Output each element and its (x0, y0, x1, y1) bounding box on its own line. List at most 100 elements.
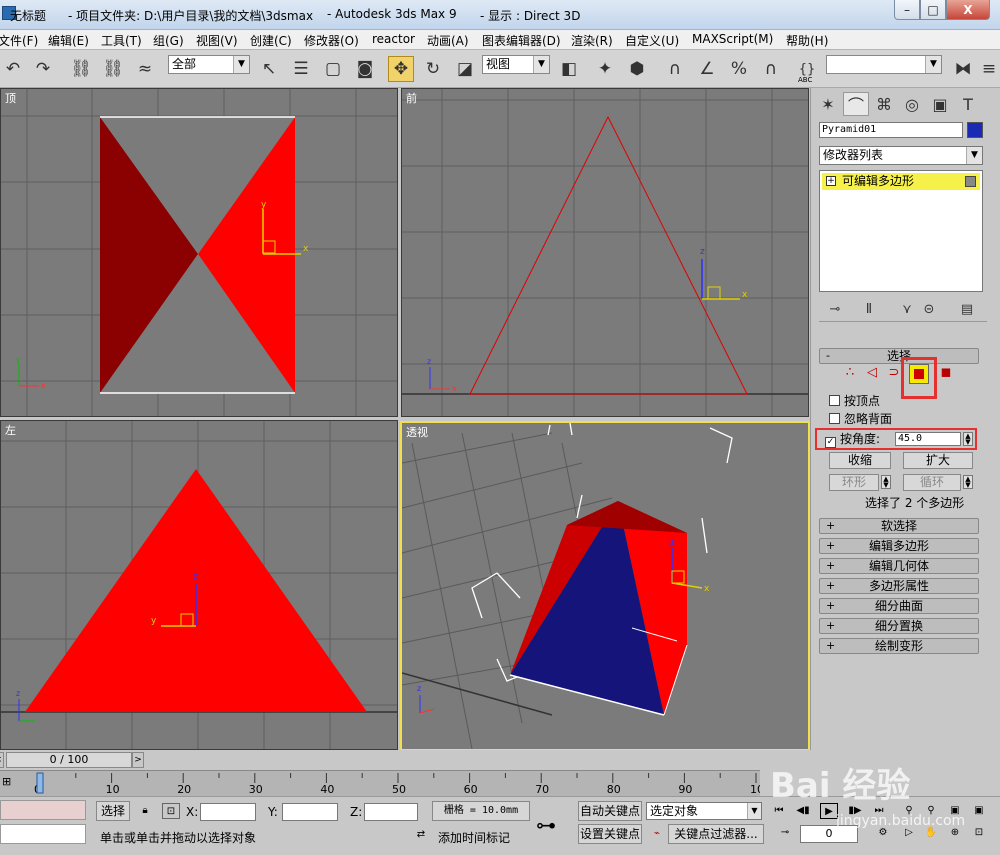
modify-tab-icon[interactable]: ⌒ (843, 92, 869, 116)
by-angle-checkbox[interactable]: ✓ 按角度: (825, 432, 880, 448)
absolute-mode-icon[interactable]: ⊡ (162, 803, 180, 819)
make-unique-icon[interactable]: ⋎ (897, 302, 917, 320)
rollout-header-6[interactable]: + 绘制变形 (819, 638, 979, 654)
configure-sets-icon[interactable]: ▤ (957, 302, 977, 320)
show-end-result-icon[interactable]: Ⅱ (859, 302, 879, 320)
viewport-label-perspective[interactable]: 透视 (406, 424, 428, 440)
by-vertex-checkbox[interactable]: 按顶点 (829, 394, 880, 408)
unlink-icon[interactable]: ⛓ (100, 56, 126, 82)
time-slider[interactable]: 0 / 100 (6, 752, 132, 768)
modifier-list-dropdown[interactable]: 修改器列表 ▼ (819, 146, 983, 165)
key-mode-dropdown[interactable]: 选定对象 ▼ (646, 802, 762, 820)
rollout-header-0[interactable]: + 软选择 (819, 518, 979, 534)
menu-modifiers[interactable]: 修改器(O) (304, 32, 359, 49)
maximize-button[interactable]: □ (920, 0, 946, 20)
checkbox-box[interactable] (829, 395, 840, 406)
ref-coord-dropdown[interactable]: 视图 ▼ (482, 55, 550, 74)
display-tab-icon[interactable]: ▣ (927, 92, 953, 116)
mirror-icon[interactable]: ⧓ (950, 56, 976, 82)
close-button[interactable]: X (946, 0, 990, 20)
named-selection-dropdown[interactable]: ▼ (826, 55, 942, 74)
set-key-button[interactable]: 设置关键点 (578, 824, 642, 844)
viewport-front[interactable]: 前 z x z x (401, 88, 809, 417)
link-icon[interactable]: ⛓ (68, 56, 94, 82)
ring-spinner-icon[interactable]: ▲ ▼ (881, 475, 891, 489)
rollout-header-1[interactable]: + 编辑多边形 (819, 538, 979, 554)
redo-icon[interactable]: ↷ (30, 56, 56, 82)
next-frame-icon[interactable]: ▮▶ (846, 803, 864, 819)
y-coord-field[interactable] (282, 803, 338, 821)
time-next-button[interactable]: > (132, 752, 144, 768)
menu-reactor[interactable]: reactor (372, 32, 415, 46)
loop-spinner-icon[interactable]: ▲ ▼ (963, 475, 973, 489)
align-icon[interactable]: ≡ (976, 56, 1000, 82)
stack-item-editable-poly[interactable]: + 可编辑多边形 (822, 173, 980, 190)
hierarchy-tab-icon[interactable]: ⌘ (871, 92, 897, 116)
selection-filter-dropdown[interactable]: 全部 ▼ (168, 55, 250, 74)
menu-rendering[interactable]: 渲染(R) (571, 32, 613, 49)
select-by-name-icon[interactable]: ☰ (288, 56, 314, 82)
utilities-tab-icon[interactable]: T (955, 92, 981, 116)
time-prev-button[interactable]: < (0, 752, 4, 768)
viewport-label-top[interactable]: 顶 (5, 90, 16, 106)
menu-file[interactable]: 文件(F) (0, 32, 38, 49)
rollout-header-5[interactable]: + 细分置换 (819, 618, 979, 634)
fov-icon[interactable]: ▷ (900, 825, 918, 841)
spinner-arrows-icon[interactable]: ▲ ▼ (963, 432, 973, 446)
manipulate-icon[interactable]: ✦ (592, 56, 618, 82)
menu-group[interactable]: 组(G) (153, 32, 184, 49)
viewport-label-front[interactable]: 前 (406, 90, 417, 106)
menu-views[interactable]: 视图(V) (196, 32, 238, 49)
add-time-tag[interactable]: 添加时间标记 (438, 829, 510, 846)
menu-edit[interactable]: 编辑(E) (48, 32, 89, 49)
maxscript-listener[interactable] (0, 800, 86, 820)
bind-space-warp-icon[interactable]: ≈ (132, 56, 158, 82)
viewport-top[interactable]: 顶 y x y x (0, 88, 398, 417)
shrink-button[interactable]: 收缩 (829, 452, 891, 469)
goto-end-icon[interactable]: ⏭ (870, 803, 888, 819)
vertex-mode-icon[interactable]: ∴ (839, 363, 861, 383)
goto-start-icon[interactable]: ⏮ (770, 803, 788, 819)
checkbox-box[interactable] (829, 413, 840, 424)
snap-toggle-icon[interactable]: ∩ (662, 56, 688, 82)
polygon-mode-icon[interactable] (909, 364, 929, 384)
select-move-icon[interactable]: ✥ (388, 56, 414, 82)
rollout-header-4[interactable]: + 细分曲面 (819, 598, 979, 614)
auto-key-button[interactable]: 自动关键点 (578, 801, 642, 821)
by-angle-input[interactable]: 45.0 (895, 432, 961, 446)
orbit-icon[interactable]: ⊕ (946, 825, 964, 841)
menu-maxscript[interactable]: MAXScript(M) (692, 32, 773, 46)
viewport-perspective[interactable]: 透视 z x z (400, 421, 810, 751)
loop-button[interactable]: 循环 (903, 474, 961, 491)
key-mode-icon[interactable]: ⊶ (536, 813, 556, 837)
rect-selection-icon[interactable]: ▢ (320, 56, 346, 82)
selection-rollout-header[interactable]: - 选择 (819, 348, 979, 364)
x-coord-field[interactable] (200, 803, 256, 821)
maximize-viewport-icon[interactable]: ⊡ (970, 825, 988, 841)
pan-icon[interactable]: ✋ (922, 825, 940, 841)
time-config-icon[interactable]: ⚙ (874, 825, 892, 841)
zoom-icon[interactable]: ⚲ (900, 803, 918, 819)
time-tag-icon[interactable]: ⇄ (412, 827, 430, 843)
edge-mode-icon[interactable]: ◁ (861, 363, 883, 383)
grow-button[interactable]: 扩大 (903, 452, 973, 469)
pin-stack-icon[interactable]: ⊸ (825, 302, 845, 320)
menu-tools[interactable]: 工具(T) (101, 32, 142, 49)
z-coord-field[interactable] (364, 803, 418, 821)
play-icon[interactable]: ▶ (820, 803, 838, 819)
maxscript-mini[interactable] (0, 824, 86, 844)
select-object-icon[interactable]: ↖ (256, 56, 282, 82)
viewport-left[interactable]: 左 z y z (0, 420, 398, 750)
menu-customize[interactable]: 自定义(U) (625, 32, 679, 49)
track-bar[interactable]: ⊞ 0102030405060708090100 (0, 770, 760, 796)
undo-icon[interactable]: ↶ (0, 56, 26, 82)
rollout-header-3[interactable]: + 多边形属性 (819, 578, 979, 594)
object-color-swatch[interactable] (967, 122, 983, 138)
menu-create[interactable]: 创建(C) (250, 32, 292, 49)
expand-plus-icon[interactable]: + (826, 176, 836, 186)
zoom-extents-all-icon[interactable]: ▣ (970, 803, 988, 819)
angle-snap-icon[interactable]: ∠ (694, 56, 720, 82)
minimize-button[interactable]: – (894, 0, 920, 20)
key-filter-icon[interactable]: ⌁ (648, 826, 666, 842)
prev-frame-icon[interactable]: ◀▮ (794, 803, 812, 819)
